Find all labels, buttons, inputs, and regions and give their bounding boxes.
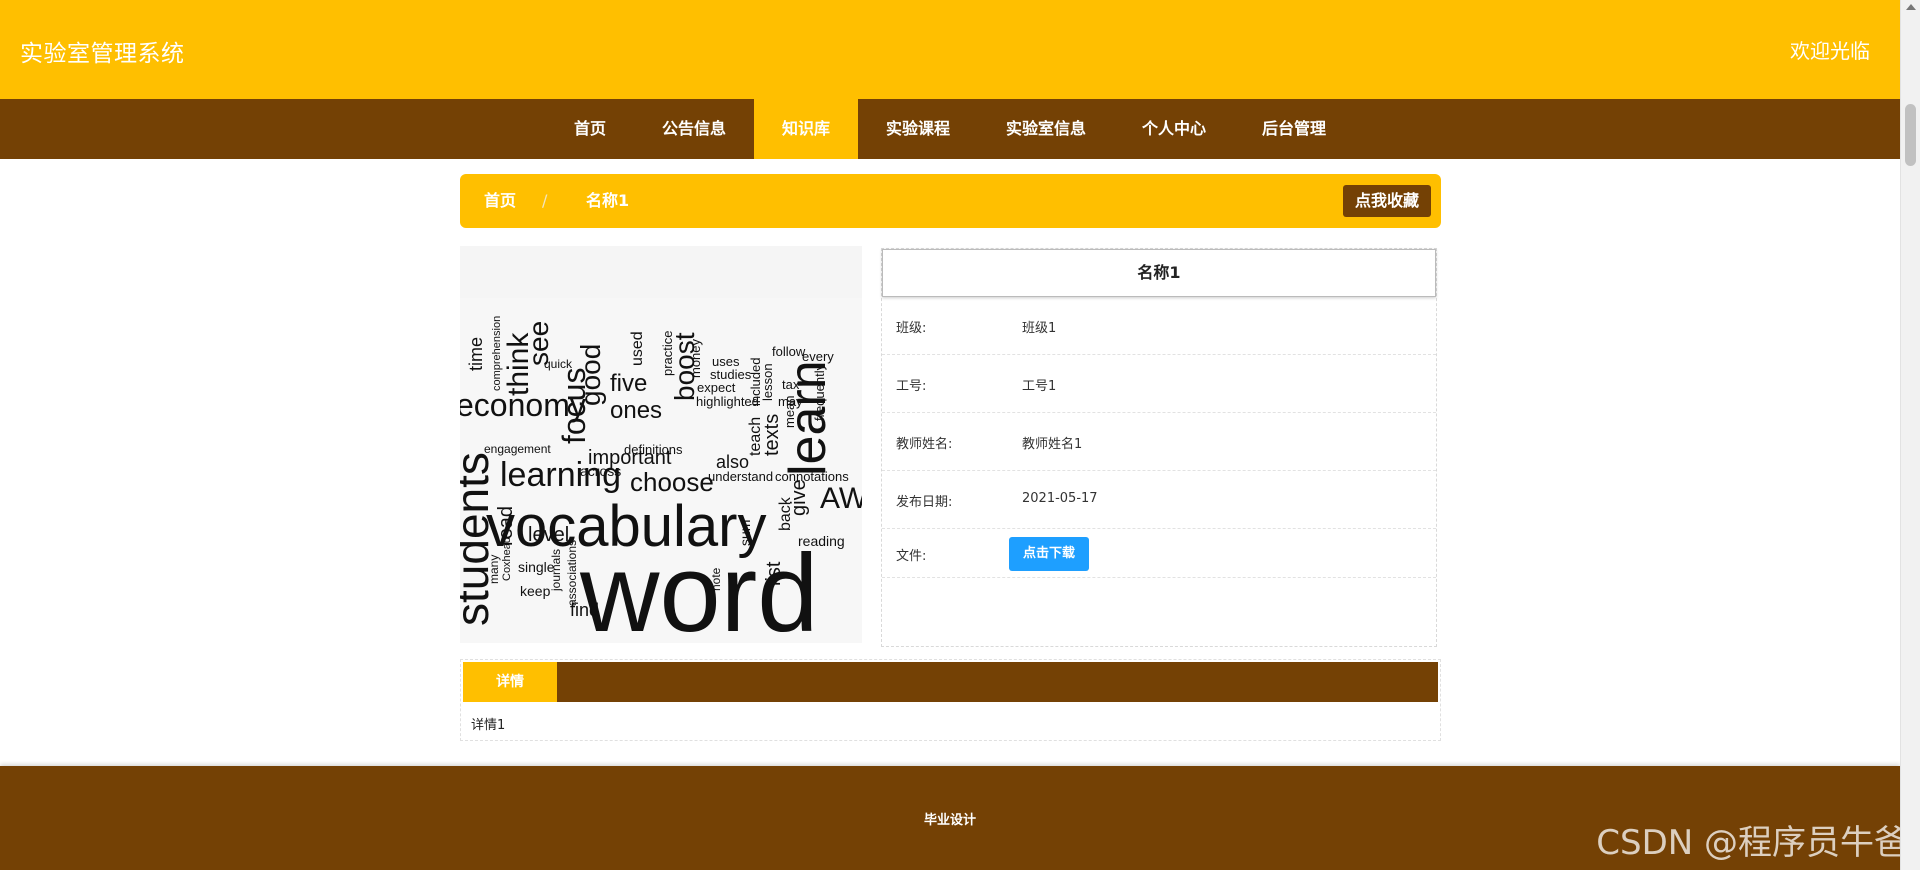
breadcrumb-separator: / xyxy=(542,191,548,210)
word-cloud-word: frequently xyxy=(812,363,827,421)
word-cloud-word: across xyxy=(580,463,621,479)
word-cloud-faded-band xyxy=(460,246,862,298)
word-cloud-word: teach xyxy=(747,417,764,456)
word-cloud-word: back xyxy=(777,496,794,531)
nav-item-home[interactable]: 首页 xyxy=(546,99,634,159)
nav-item-lab-info[interactable]: 实验室信息 xyxy=(978,99,1114,159)
breadcrumb: 首页 / 名称1 点我收藏 xyxy=(460,174,1441,228)
word-cloud-word: choose xyxy=(630,467,714,497)
info-row-teacher-name: 教师姓名: 教师姓名1 xyxy=(882,413,1436,471)
info-title: 名称1 xyxy=(882,249,1436,297)
nav-item-knowledge-base[interactable]: 知识库 xyxy=(753,99,858,159)
word-cloud-word: follow xyxy=(772,344,806,359)
word-cloud-word: note xyxy=(709,567,723,591)
word-cloud-word: keep xyxy=(520,583,551,599)
nav-item-personal-center[interactable]: 个人中心 xyxy=(1114,99,1234,159)
info-label: 文件: xyxy=(896,549,927,564)
word-cloud-word: practice xyxy=(660,330,675,376)
nav-item-admin[interactable]: 后台管理 xyxy=(1234,99,1354,159)
download-button[interactable]: 点击下载 xyxy=(1009,537,1090,571)
main-nav: 首页 公告信息 知识库 实验课程 实验室信息 个人中心 后台管理 xyxy=(0,99,1900,159)
word-cloud-word: expect xyxy=(697,380,736,395)
content-container: 首页 / 名称1 点我收藏 word vocabulary learning econ… xyxy=(460,174,1441,741)
info-row-publish-date: 发布日期: 2021-05-17 xyxy=(882,471,1436,529)
info-value: 班级1 xyxy=(1022,321,1057,336)
site-title: 实验室管理系统 xyxy=(20,41,185,67)
word-cloud-word: ones xyxy=(610,397,662,424)
word-cloud-word: used xyxy=(629,331,646,366)
detail-content: 详情1 xyxy=(471,718,506,733)
word-cloud-word: five xyxy=(610,370,647,397)
word-cloud-word: comprehension xyxy=(491,316,503,391)
info-panel: 名称1 班级: 班级1 工号: 工号1 教师姓名: 教师姓名1 发布日期: 20… xyxy=(881,248,1437,647)
word-cloud-word: tax xyxy=(782,377,800,392)
word-cloud-word: Coxhead xyxy=(501,537,513,581)
word-cloud-word: AWL xyxy=(820,482,862,515)
info-row-file: 文件: 点击下载 xyxy=(882,529,1436,578)
info-value: 工号1 xyxy=(1022,379,1057,394)
favorite-button[interactable]: 点我收藏 xyxy=(1342,185,1431,217)
detail-tabbar: 详情 xyxy=(463,662,1438,702)
word-cloud-word: lesson xyxy=(760,363,775,401)
word-cloud-word: many xyxy=(487,555,501,584)
word-cloud-word: journals xyxy=(549,549,563,592)
cover-image: word vocabulary learning economy students foc… xyxy=(460,246,862,643)
word-cloud-word: level xyxy=(528,524,569,546)
watermark: CSDN @程序员牛爸 xyxy=(1596,823,1908,863)
info-row-staff-id: 工号: 工号1 xyxy=(882,355,1436,413)
top-header: 实验室管理系统 欢迎光临 xyxy=(0,0,1900,99)
page-scrollbar[interactable] xyxy=(1900,0,1920,870)
info-label: 工号: xyxy=(896,379,927,394)
breadcrumb-current: 名称1 xyxy=(586,191,630,210)
word-cloud-word: good xyxy=(575,344,606,406)
word-cloud-word: engagement xyxy=(484,442,551,456)
breadcrumb-home[interactable]: 首页 xyxy=(484,174,516,228)
word-cloud-image: wordvocabularylearningeconomystudentsfoc… xyxy=(460,246,862,643)
word-cloud-word: associations xyxy=(565,540,579,606)
word-cloud-word: time xyxy=(466,337,486,371)
word-cloud-word: money xyxy=(688,338,703,378)
word-cloud-word: understand xyxy=(708,469,773,484)
welcome-text: 欢迎光临 xyxy=(1790,39,1870,63)
word-cloud-word: sum xyxy=(737,520,753,546)
scroll-thumb[interactable] xyxy=(1905,104,1916,166)
word-cloud-word: texts xyxy=(761,414,783,456)
word-cloud-word: list xyxy=(763,561,785,586)
tab-detail[interactable]: 详情 xyxy=(463,662,557,702)
info-value: 2021-05-17 xyxy=(1022,491,1098,506)
info-row-class: 班级: 班级1 xyxy=(882,297,1436,355)
word-cloud-word: connotations xyxy=(775,469,849,484)
word-cloud-word: quick xyxy=(544,357,573,371)
word-cloud-word: definitions xyxy=(624,442,683,457)
info-value: 教师姓名1 xyxy=(1022,437,1083,452)
scroll-up-arrow-icon[interactable] xyxy=(1906,4,1916,10)
info-label: 发布日期: xyxy=(896,495,953,510)
word-cloud-word: mean xyxy=(782,395,797,428)
word-cloud-word: every xyxy=(802,349,834,364)
nav-item-courses[interactable]: 实验课程 xyxy=(858,99,978,159)
word-cloud-word: students xyxy=(460,452,498,626)
info-label: 班级: xyxy=(896,321,927,336)
nav-item-announcements[interactable]: 公告信息 xyxy=(634,99,754,159)
info-label: 教师姓名: xyxy=(896,437,953,452)
word-cloud-word: reading xyxy=(798,533,845,549)
detail-section: 详情 详情1 xyxy=(460,659,1441,741)
